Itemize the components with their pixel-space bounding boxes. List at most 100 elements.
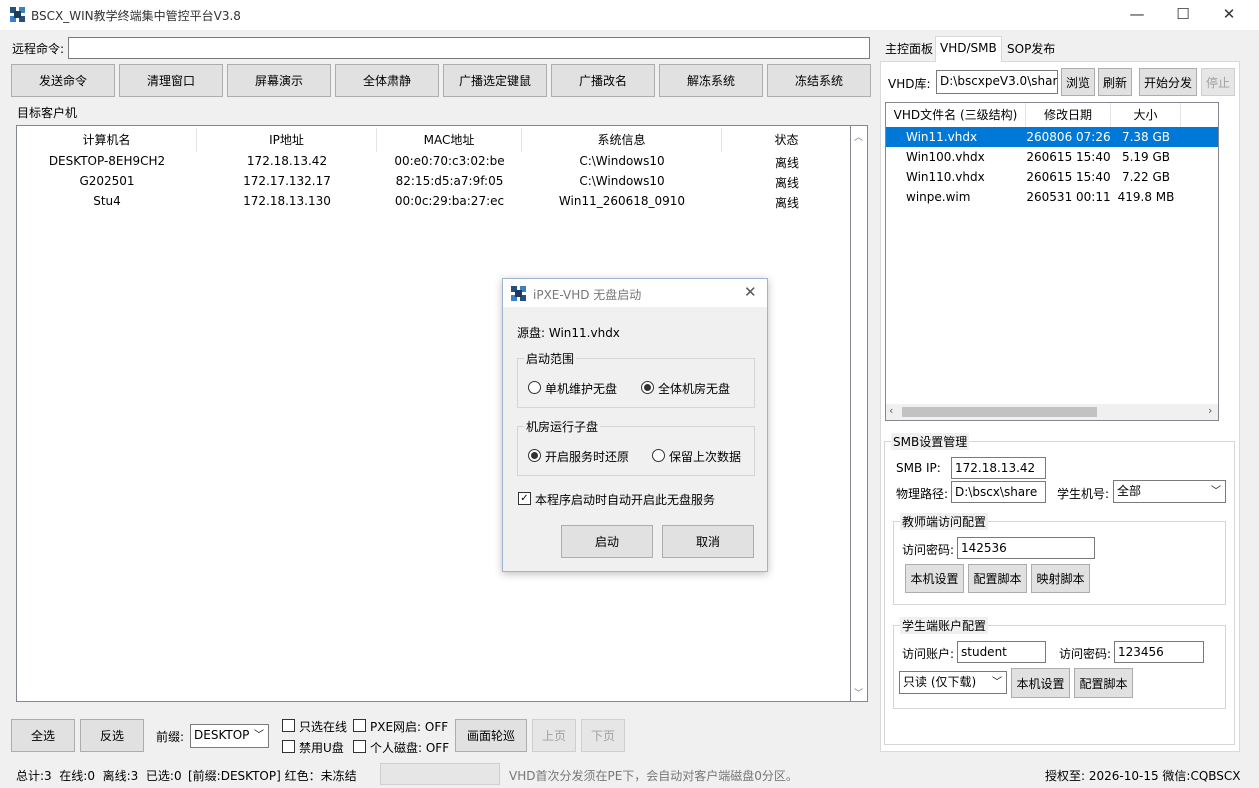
teacher-password-input[interactable]: 142536 xyxy=(957,537,1095,559)
child-restore-label: 开启服务时还原 xyxy=(545,450,630,464)
maximize-button[interactable]: ☐ xyxy=(1160,0,1206,30)
physical-path-input[interactable]: D:\bscx\share xyxy=(951,481,1046,503)
scope-all-radio[interactable] xyxy=(641,381,654,394)
window-title: BSCX_WIN教学终端集中管控平台V3.8 xyxy=(31,9,241,23)
vhd-cell: Win110.vhdx xyxy=(906,170,985,184)
teacher-local-setup-button[interactable]: 本机设置 xyxy=(905,564,964,593)
scope-single-radio[interactable] xyxy=(528,381,541,394)
table-cell: C:\Windows10 xyxy=(579,174,665,188)
vhd-cell: 260615 15:40 xyxy=(1026,150,1111,164)
column-header[interactable]: 状态 xyxy=(722,128,852,152)
table-cell: 00:0c:29:ba:27:ec xyxy=(394,194,505,208)
chevron-down-icon: ﹀ xyxy=(1211,486,1221,497)
dialog-start-button[interactable]: 启动 xyxy=(561,525,653,558)
scope-all-label: 全体机房无盘 xyxy=(658,382,731,396)
toolbar-button-6[interactable]: 解冻系统 xyxy=(659,64,763,97)
browse-button[interactable]: 浏览 xyxy=(1061,68,1095,96)
vhd-file-list[interactable]: VHD文件名 (三级结构) 修改日期 大小 Win11.vhdx 260806 07:… xyxy=(885,102,1219,421)
remote-command-input[interactable] xyxy=(68,37,870,59)
scroll-up-icon[interactable]: ︿ xyxy=(854,130,863,143)
tab-sop[interactable]: SOP发布 xyxy=(1003,38,1059,62)
table-row[interactable]: G202501 172.17.132.17 82:15:d5:a7:9f:05 C:\… xyxy=(17,172,850,192)
status-prefix: [前缀:DESKTOP] 红色：未冻结 xyxy=(188,769,357,783)
autostart-checkbox[interactable]: ✓ xyxy=(518,492,531,505)
column-header[interactable]: 系统信息 xyxy=(522,128,722,152)
prev-page-button[interactable]: 上页 xyxy=(532,719,576,752)
invert-selection-button[interactable]: 反选 xyxy=(80,719,144,752)
vhd-row[interactable]: Win100.vhdx 260615 15:40 5.19 GB xyxy=(886,147,1218,167)
student-password-input[interactable]: 123456 xyxy=(1114,641,1204,663)
vhd-hscrollbar[interactable]: ‹ › xyxy=(886,404,1218,420)
student-number-select[interactable]: 全部 ﹀ xyxy=(1113,480,1226,503)
only-online-label: 只选在线 xyxy=(299,720,348,734)
prefix-select[interactable]: DESKTOP ﹀ xyxy=(190,724,269,748)
scroll-thumb[interactable] xyxy=(902,407,1097,417)
minimize-button[interactable]: — xyxy=(1114,0,1160,30)
tab-vhd-smb[interactable]: VHD/SMB xyxy=(935,36,1002,62)
start-distribute-button[interactable]: 开始分发 xyxy=(1139,68,1197,96)
close-button[interactable]: ✕ xyxy=(1206,0,1252,30)
tab-main-panel[interactable]: 主控面板 xyxy=(881,38,937,62)
toolbar-button-3[interactable]: 全体肃静 xyxy=(335,64,439,97)
autostart-label: 本程序启动时自动开启此无盘服务 xyxy=(535,493,716,507)
vhd-row[interactable]: winpe.wim 260531 00:11 419.8 MB xyxy=(886,187,1218,207)
scroll-down-icon[interactable]: ﹀ xyxy=(854,686,863,699)
column-header[interactable]: MAC地址 xyxy=(377,128,522,152)
smb-ip-input[interactable]: 172.18.13.42 xyxy=(951,457,1046,479)
personal-disk-checkbox[interactable] xyxy=(353,740,366,753)
teacher-config-script-button[interactable]: 配置脚本 xyxy=(968,564,1027,593)
child-disk-title: 机房运行子盘 xyxy=(524,418,601,435)
personal-disk-label: 个人磁盘: OFF xyxy=(370,741,450,755)
account-input[interactable]: student xyxy=(957,641,1046,663)
column-header[interactable]: 计算机名 xyxy=(17,128,197,152)
column-header[interactable]: IP地址 xyxy=(197,128,377,152)
vhd-lib-input[interactable]: D:\bscxpeV3.0\share xyxy=(936,70,1058,94)
next-page-button[interactable]: 下页 xyxy=(581,719,625,752)
table-cell: Win11_260618_0910 xyxy=(558,194,686,208)
vhd-cell: 260615 15:40 xyxy=(1026,170,1111,184)
child-keep-radio[interactable] xyxy=(652,449,665,462)
student-local-setup-button[interactable]: 本机设置 xyxy=(1011,668,1070,698)
toolbar-button-2[interactable]: 屏幕演示 xyxy=(227,64,331,97)
dialog-close-icon[interactable]: ✕ xyxy=(744,283,757,301)
disable-usb-checkbox[interactable] xyxy=(282,740,295,753)
vhd-column-header[interactable]: VHD文件名 (三级结构) xyxy=(886,103,1026,127)
toolbar-button-0[interactable]: 发送命令 xyxy=(11,64,115,97)
vhd-column-header[interactable]: 大小 xyxy=(1111,103,1181,127)
dialog-cancel-button[interactable]: 取消 xyxy=(662,525,754,558)
table-cell: 离线 xyxy=(774,196,799,210)
client-list-scrollbar[interactable]: ︿ ﹀ xyxy=(851,125,868,702)
pxe-checkbox[interactable] xyxy=(353,719,366,732)
vhd-cell: 419.8 MB xyxy=(1117,190,1175,204)
chevron-down-icon: ﹀ xyxy=(992,677,1002,688)
table-cell: 172.17.132.17 xyxy=(243,174,331,188)
toolbar-button-5[interactable]: 广播改名 xyxy=(551,64,655,97)
progress-bar xyxy=(380,763,500,785)
map-script-button[interactable]: 映射脚本 xyxy=(1031,564,1090,593)
access-mode-select[interactable]: 只读 (仅下载) ﹀ xyxy=(899,671,1007,694)
only-online-checkbox[interactable] xyxy=(282,719,295,732)
scroll-right-icon[interactable]: › xyxy=(1208,404,1212,417)
table-row[interactable]: Stu4 172.18.13.130 00:0c:29:ba:27:ec Win11_… xyxy=(17,192,850,212)
dialog-source: 源盘: Win11.vhdx xyxy=(517,326,620,340)
child-restore-radio[interactable] xyxy=(528,449,541,462)
toolbar-button-7[interactable]: 冻结系统 xyxy=(767,64,871,97)
vhd-cell: 7.38 GB xyxy=(1121,130,1171,144)
vhd-row[interactable]: Win11.vhdx 260806 07:26 7.38 GB xyxy=(886,127,1218,147)
table-cell: 172.18.13.42 xyxy=(246,154,328,168)
vhd-row[interactable]: Win110.vhdx 260615 15:40 7.22 GB xyxy=(886,167,1218,187)
stop-button[interactable]: 停止 xyxy=(1201,68,1235,96)
vhd-cell: 260531 00:11 xyxy=(1026,190,1111,204)
clients-label: 目标客户机 xyxy=(17,106,78,120)
prefix-label: 前缀: xyxy=(156,730,185,744)
toolbar-button-4[interactable]: 广播选定键鼠 xyxy=(443,64,547,97)
scroll-left-icon[interactable]: ‹ xyxy=(889,404,893,417)
vhd-column-header[interactable]: 修改日期 xyxy=(1026,103,1111,127)
table-row[interactable]: DESKTOP-8EH9CH2 172.18.13.42 00:e0:70:c3:0… xyxy=(17,152,850,172)
select-all-button[interactable]: 全选 xyxy=(11,719,75,752)
table-cell: 离线 xyxy=(774,156,799,170)
screen-carousel-button[interactable]: 画面轮巡 xyxy=(455,719,527,752)
toolbar-button-1[interactable]: 清理窗口 xyxy=(119,64,223,97)
refresh-button[interactable]: 刷新 xyxy=(1098,68,1132,96)
student-config-script-button[interactable]: 配置脚本 xyxy=(1074,668,1133,698)
